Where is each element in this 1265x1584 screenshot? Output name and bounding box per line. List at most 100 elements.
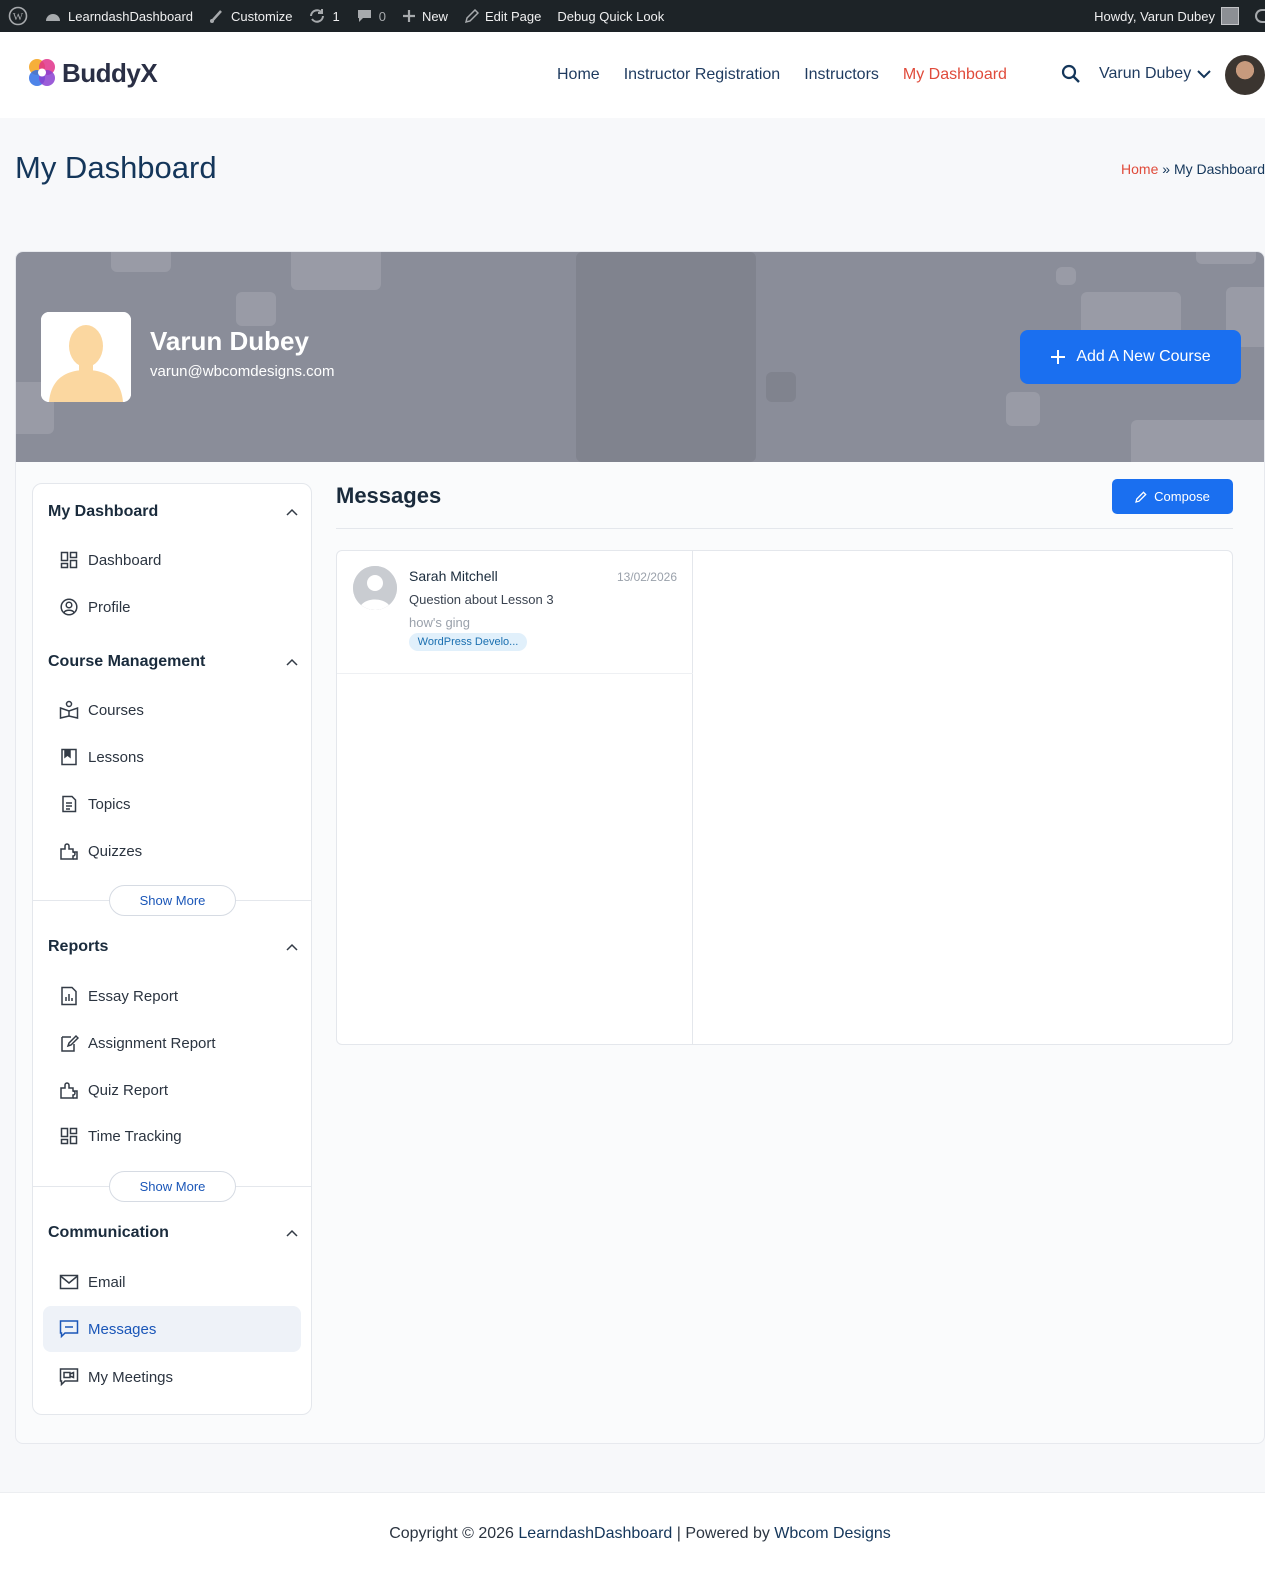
section-title: Course Management (48, 653, 206, 670)
sidebar-item-label: Topics (88, 795, 131, 813)
assignment-report-icon (59, 1033, 79, 1053)
admin-bar-customize-label: Customize (231, 8, 293, 24)
conversation-list: Sarah Mitchell 13/02/2026 Question about… (337, 551, 693, 1044)
buddyx-logo-icon (29, 59, 55, 86)
footer-prefix: Copyright © 2026 (389, 1525, 514, 1542)
nav-my-dashboard[interactable]: My Dashboard (903, 66, 1007, 84)
admin-bar: W LearndashDashboard Customize 1 0 New E… (0, 0, 1265, 32)
banner-tile (766, 372, 796, 402)
conversation-sender: Sarah Mitchell (409, 568, 498, 584)
sidebar-item-my-meetings[interactable]: My Meetings (59, 1365, 299, 1389)
sidebar-item-dashboard[interactable]: Dashboard (59, 548, 299, 572)
sidebar-item-lessons[interactable]: Lessons (59, 745, 299, 769)
nav-instructor-registration[interactable]: Instructor Registration (624, 66, 781, 84)
conversation-item[interactable]: Sarah Mitchell 13/02/2026 Question about… (337, 551, 693, 674)
profile-banner: Varun Dubey varun@wbcomdesigns.com Add A… (16, 252, 1264, 462)
breadcrumb: Home » My Dashboard (1121, 161, 1265, 177)
nav-instructors[interactable]: Instructors (804, 66, 879, 84)
chevron-up-icon (286, 943, 298, 951)
page-title-band: My Dashboard Home » My Dashboard (0, 118, 1265, 220)
admin-bar-edit-page[interactable]: Edit Page (456, 0, 549, 32)
quizzes-icon (59, 841, 79, 861)
avatar (353, 566, 397, 610)
plus-icon (402, 10, 415, 22)
footer-site-link[interactable]: LearndashDashboard (518, 1525, 672, 1542)
logo-text: BuddyX (62, 57, 158, 88)
breadcrumb-current: My Dashboard (1173, 161, 1265, 177)
messages-panel: Sarah Mitchell 13/02/2026 Question about… (336, 550, 1233, 1045)
admin-bar-site-label: LearndashDashboard (68, 8, 194, 24)
sidebar-item-assignment-report[interactable]: Assignment Report (59, 1031, 299, 1055)
sidebar-item-label: Profile (88, 598, 131, 616)
section-header-my-dashboard[interactable]: My Dashboard (48, 500, 298, 524)
section-header-communication[interactable]: Communication (48, 1221, 298, 1245)
messages-divider (336, 528, 1233, 529)
sidebar-item-label: Dashboard (88, 551, 162, 569)
wordpress-logo-icon[interactable]: W (0, 0, 36, 32)
conversation-preview: how's ging (409, 615, 471, 630)
site-footer: Copyright © 2026 LearndashDashboard | Po… (0, 1492, 1265, 1584)
breadcrumb-home[interactable]: Home (1121, 161, 1158, 177)
user-menu[interactable]: Varun Dubey (1099, 65, 1211, 83)
admin-bar-search-icon[interactable] (1255, 9, 1265, 23)
admin-bar-account[interactable]: Howdy, Varun Dubey (1094, 0, 1239, 32)
site-logo[interactable]: BuddyX (26, 56, 158, 90)
chevron-up-icon (286, 508, 298, 516)
admin-bar-new[interactable]: New (394, 0, 456, 32)
sidebar-item-label: Time Tracking (88, 1127, 182, 1145)
admin-bar-debug[interactable]: Debug Quick Look (549, 0, 672, 32)
plus-icon (1051, 350, 1066, 364)
nav-home[interactable]: Home (557, 66, 600, 84)
compose-label: Compose (1154, 489, 1210, 504)
meetings-icon (59, 1367, 79, 1387)
sidebar-item-email[interactable]: Email (59, 1270, 299, 1294)
sidebar-item-messages[interactable]: Messages (43, 1306, 301, 1352)
admin-bar-customize[interactable]: Customize (201, 0, 300, 32)
sidebar-item-label: Quiz Report (88, 1081, 169, 1099)
messages-title: Messages (336, 483, 442, 508)
admin-bar-site[interactable]: LearndashDashboard (36, 0, 201, 32)
sidebar-item-courses[interactable]: Courses (59, 698, 299, 722)
banner-tile (1131, 420, 1264, 462)
sidebar-item-label: My Meetings (88, 1368, 174, 1386)
chevron-down-icon (1197, 69, 1211, 78)
sidebar-item-profile[interactable]: Profile (59, 595, 299, 619)
main-nav: Home Instructor Registration Instructors… (557, 32, 1007, 118)
message-detail-pane (694, 551, 1232, 1044)
site-header: BuddyX Home Instructor Registration Inst… (0, 32, 1265, 118)
admin-bar-comments-count: 0 (378, 8, 386, 24)
admin-bar-debug-label: Debug Quick Look (557, 8, 665, 24)
admin-bar-comments[interactable]: 0 (348, 0, 394, 32)
footer-middle: | Powered by (676, 1525, 770, 1542)
search-icon[interactable] (1061, 64, 1081, 84)
dashboard-sidebar: My Dashboard Dashboard Profile Course Ma… (32, 483, 312, 1415)
user-menu-name: Varun Dubey (1099, 65, 1192, 82)
sidebar-item-topics[interactable]: Topics (59, 792, 299, 816)
page-title: My Dashboard (15, 150, 217, 185)
sidebar-item-quiz-report[interactable]: Quiz Report (59, 1078, 299, 1102)
chevron-up-icon (286, 1229, 298, 1237)
brush-icon (210, 10, 222, 23)
admin-bar-updates[interactable]: 1 (300, 0, 347, 32)
dashboard-card: Varun Dubey varun@wbcomdesigns.com Add A… (15, 251, 1265, 1444)
show-more-button[interactable]: Show More (109, 1171, 236, 1202)
default-user-icon (353, 566, 397, 610)
banner-tile (1056, 267, 1076, 285)
avatar[interactable] (1225, 55, 1265, 95)
svg-text:W: W (13, 11, 24, 23)
show-more-button[interactable]: Show More (109, 885, 236, 916)
compose-button[interactable]: Compose (1112, 479, 1233, 514)
course-tag-badge: WordPress Develo... (409, 633, 527, 651)
conversation-date: 13/02/2026 (616, 570, 677, 584)
sidebar-item-essay-report[interactable]: Essay Report (59, 984, 299, 1008)
section-header-course-management[interactable]: Course Management (48, 650, 298, 674)
messages-icon (59, 1319, 79, 1339)
sidebar-item-time-tracking[interactable]: Time Tracking (59, 1124, 299, 1148)
add-new-course-button[interactable]: Add A New Course (1020, 330, 1241, 384)
sidebar-item-quizzes[interactable]: Quizzes (59, 839, 299, 863)
section-header-reports[interactable]: Reports (48, 935, 298, 959)
pencil-icon (1135, 490, 1147, 503)
sidebar-item-label: Email (88, 1273, 126, 1291)
time-tracking-icon (59, 1126, 79, 1146)
footer-company-link[interactable]: Wbcom Designs (774, 1525, 890, 1542)
